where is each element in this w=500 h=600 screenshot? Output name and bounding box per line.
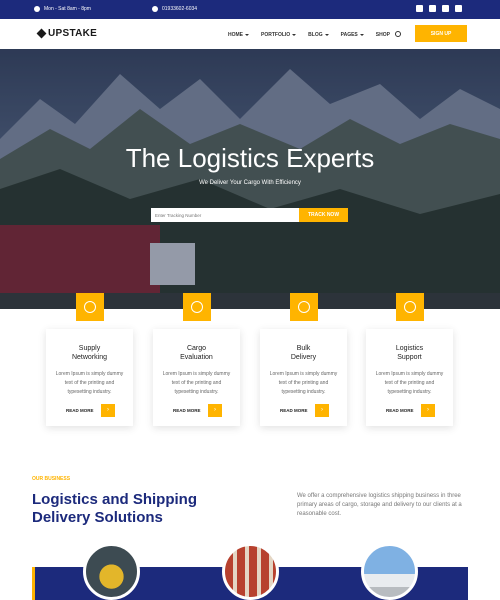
nav-menu: HOME PORTFOLIO BLOG PAGES SHOP (228, 32, 390, 38)
headline-line1: Logistics and Shipping (32, 491, 197, 508)
supply-networking-icon (76, 293, 104, 321)
nav-item-label: BLOG (308, 32, 323, 38)
logistics-support-icon (396, 293, 424, 321)
track-now-button[interactable]: TRACK NOW (299, 208, 348, 222)
read-more-link[interactable]: READ MORE (173, 408, 201, 413)
nav-item-label: SHOP (375, 32, 390, 38)
youtube-icon[interactable] (455, 5, 462, 12)
nav-item-label: PAGES (340, 32, 358, 38)
phone-icon (152, 6, 158, 12)
service-title-line1: Supply (78, 345, 101, 352)
read-more-link[interactable]: READ MORE (386, 408, 414, 413)
service-title: Bulk Delivery (260, 344, 347, 362)
arrow-right-icon[interactable]: › (421, 404, 435, 417)
bulk-delivery-icon (290, 293, 318, 321)
network-icon (84, 301, 96, 313)
arrow-right-icon[interactable]: › (101, 404, 115, 417)
social-links (416, 5, 462, 12)
chevron-down-icon (245, 33, 249, 36)
service-title: Supply Networking (46, 344, 133, 362)
service-title-line1: Cargo (186, 345, 207, 352)
nav-item-pages[interactable]: PAGES (341, 32, 364, 38)
arrow-right-icon[interactable]: › (208, 404, 222, 417)
instagram-icon[interactable] (442, 5, 449, 12)
service-title-line2: Networking (71, 354, 107, 361)
top-info-bar: Mon - Sat 8am - 8pm 01933602-6034 (0, 0, 500, 19)
service-card-support: Logistics Support Lorem Ipsum is simply d… (366, 329, 453, 426)
phone-text[interactable]: 01933602-6034 (162, 6, 197, 12)
clock-icon (34, 6, 40, 12)
service-body: Lorem Ipsum is simply dummy text of the … (269, 371, 338, 395)
nav-item-blog[interactable]: BLOG (308, 32, 329, 38)
support-icon (404, 301, 416, 313)
phone-info[interactable]: 01933602-6034 (152, 6, 197, 12)
logo-text: UPSTAKE (48, 28, 98, 39)
chevron-down-icon (359, 33, 364, 36)
facebook-icon[interactable] (416, 5, 423, 12)
section-blurb: We offer a comprehensive logistics shipp… (297, 493, 462, 517)
twitter-icon[interactable] (429, 5, 436, 12)
service-card-bulk: Bulk Delivery Lorem Ipsum is simply dummy… (260, 329, 347, 426)
site-logo[interactable]: UPSTAKE (36, 28, 98, 39)
read-more-link[interactable]: READ MORE (280, 408, 308, 413)
chevron-down-icon (324, 33, 329, 36)
hero-title: The Logistics Experts (125, 143, 375, 173)
hero-subtitle: We Deliver Your Cargo With Efficiency (199, 180, 301, 186)
logo-mark-icon (36, 28, 47, 39)
service-title: Logistics Support (366, 344, 453, 362)
service-title-line2: Support (397, 354, 422, 361)
nav-item-label: HOME (228, 32, 243, 38)
read-more-link[interactable]: READ MORE (66, 408, 94, 413)
service-title-line1: Logistics (395, 345, 424, 352)
cargo-evaluation-icon (183, 293, 211, 321)
service-card-supply: Supply Networking Lorem Ipsum is simply d… (46, 329, 133, 426)
chevron-down-icon (292, 33, 297, 36)
band-accent (32, 567, 35, 600)
service-title-line1: Bulk (296, 345, 311, 352)
forklift-photo (83, 543, 140, 600)
cart-icon (298, 301, 310, 313)
service-title: Cargo Evaluation (153, 344, 240, 362)
warehouse-photo (222, 543, 279, 600)
nav-item-shop[interactable]: SHOP (376, 32, 390, 38)
sign-up-button[interactable]: SIGN UP (415, 25, 467, 42)
service-card-cargo: Cargo Evaluation Lorem Ipsum is simply du… (153, 329, 240, 426)
service-body: Lorem Ipsum is simply dummy text of the … (55, 371, 124, 395)
arrow-right-icon[interactable]: › (315, 404, 329, 417)
truck-photo (361, 543, 418, 600)
headline-line2: Delivery Solutions (32, 509, 163, 526)
service-title-line2: Evaluation (180, 354, 213, 361)
hero-overlay (0, 49, 500, 309)
nav-item-portfolio[interactable]: PORTFOLIO (261, 32, 297, 38)
nav-item-home[interactable]: HOME (228, 32, 249, 38)
nav-item-label: PORTFOLIO (261, 32, 291, 38)
search-icon[interactable] (395, 31, 401, 37)
hours-info: Mon - Sat 8am - 8pm (34, 6, 91, 12)
tracking-number-input[interactable] (151, 208, 299, 222)
service-title-line2: Delivery (290, 354, 317, 361)
forklift-icon (191, 301, 203, 313)
main-navbar: UPSTAKE HOME PORTFOLIO BLOG PAGES SHOP S… (0, 19, 500, 49)
service-body: Lorem Ipsum is simply dummy text of the … (375, 371, 444, 395)
service-body: Lorem Ipsum is simply dummy text of the … (162, 371, 231, 395)
hero-section: The Logistics Experts We Deliver Your Ca… (0, 49, 500, 309)
section-eyebrow: OUR BUSINESS (32, 476, 71, 482)
hours-text: Mon - Sat 8am - 8pm (44, 6, 91, 12)
section-headline: Logistics and Shipping Delivery Solutions (32, 491, 252, 527)
